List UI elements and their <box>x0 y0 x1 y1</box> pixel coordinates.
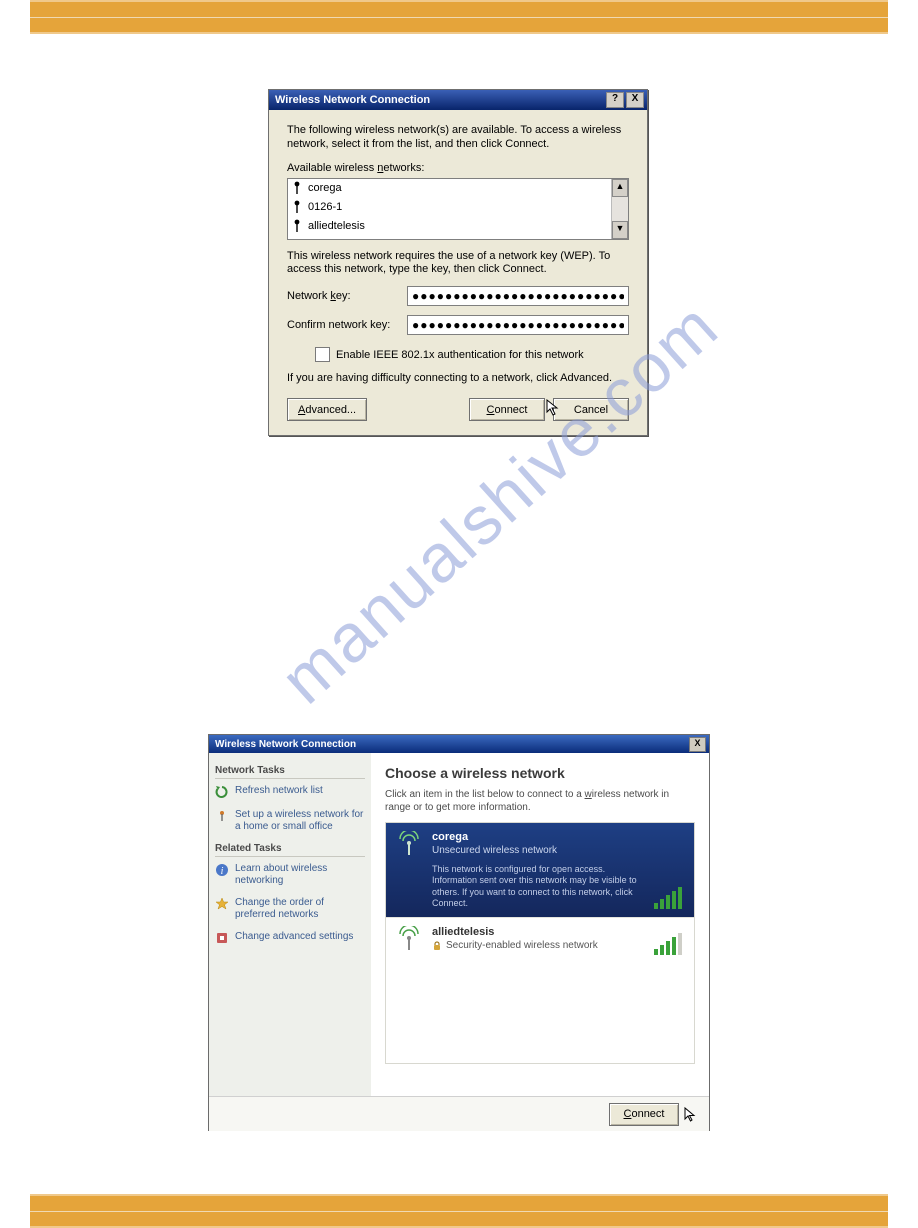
network-list-item[interactable]: 0126-1 <box>288 198 628 217</box>
antenna-icon <box>292 200 302 214</box>
scroll-track[interactable] <box>612 197 628 221</box>
antenna-icon <box>292 181 302 195</box>
network-name: 0126-1 <box>308 201 342 213</box>
scroll-down-button[interactable]: ▼ <box>612 221 628 239</box>
lock-icon <box>432 941 442 951</box>
refresh-icon <box>215 785 229 799</box>
antenna-setup-icon <box>215 809 229 823</box>
related-tasks-heading: Related Tasks <box>215 843 365 857</box>
available-networks-list[interactable]: corega 0126-1 alliedtelesis ▲ ▼ <box>287 178 629 240</box>
network-tasks-heading: Network Tasks <box>215 765 365 779</box>
network-card[interactable]: alliedtelesis Security-enabled wireless … <box>386 917 694 963</box>
change-order-link[interactable]: Change the order of preferred networks <box>215 897 365 921</box>
page-footer-bar <box>30 1194 888 1228</box>
help-button[interactable]: ? <box>606 92 624 108</box>
dialog2-titlebar: Wireless Network Connection X <box>209 735 709 753</box>
network-card-selected[interactable]: corega Unsecured wireless network This n… <box>386 823 694 917</box>
task-label: Learn about wireless networking <box>235 863 365 887</box>
cancel-button[interactable]: Cancel <box>553 398 629 421</box>
signal-bars-icon <box>654 926 684 955</box>
info-icon: i <box>215 863 229 877</box>
network-name: corega <box>308 182 342 194</box>
antenna-icon <box>292 219 302 233</box>
refresh-network-list-link[interactable]: Refresh network list <box>215 785 365 799</box>
enable-8021x-checkbox[interactable] <box>315 347 330 362</box>
star-icon <box>215 897 229 911</box>
dialog2-title: Wireless Network Connection <box>215 739 689 750</box>
setup-wireless-link[interactable]: Set up a wireless network for a home or … <box>215 809 365 833</box>
connect-button[interactable]: Connect <box>609 1103 679 1126</box>
dialog1-instruction: The following wireless network(s) are av… <box>287 124 629 152</box>
network-key-input[interactable] <box>407 286 629 306</box>
advanced-button[interactable]: Advanced... <box>287 398 367 421</box>
tasks-sidebar: Network Tasks Refresh network list Set u… <box>209 753 371 1096</box>
wireless-connect-dialog: Wireless Network Connection ? X The foll… <box>268 89 648 436</box>
scroll-up-button[interactable]: ▲ <box>612 179 628 197</box>
task-label: Change advanced settings <box>235 931 353 943</box>
choose-network-instruction: Click an item in the list below to conne… <box>385 789 695 814</box>
change-advanced-link[interactable]: Change advanced settings <box>215 931 365 945</box>
learn-wireless-link[interactable]: i Learn about wireless networking <box>215 863 365 887</box>
cursor-icon <box>683 1106 699 1122</box>
close-button[interactable]: X <box>626 92 644 108</box>
dialog1-titlebar: Wireless Network Connection ? X <box>269 90 647 110</box>
list-scrollbar[interactable]: ▲ ▼ <box>611 179 628 239</box>
network-security-label: Security-enabled wireless network <box>446 940 598 951</box>
confirm-key-label: Confirm network key: <box>287 319 407 331</box>
close-button[interactable]: X <box>689 737 706 752</box>
task-label: Set up a wireless network for a home or … <box>235 809 365 833</box>
network-detail-text: This network is configured for open acce… <box>432 864 644 909</box>
network-name: alliedtelesis <box>308 220 365 232</box>
svg-text:i: i <box>221 866 224 877</box>
network-key-info: This wireless network requires the use o… <box>287 250 629 278</box>
available-networks-label: Available wireless networks: <box>287 162 629 174</box>
cursor-icon <box>545 398 563 416</box>
network-ssid: alliedtelesis <box>432 926 644 938</box>
dialog1-title: Wireless Network Connection <box>275 94 604 106</box>
dialog2-footer: Connect <box>209 1096 709 1131</box>
signal-bars-icon <box>654 831 684 909</box>
confirm-key-input[interactable] <box>407 315 629 335</box>
choose-network-heading: Choose a wireless network <box>385 765 695 781</box>
choose-network-main: Choose a wireless network Click an item … <box>371 753 709 1096</box>
page-header-bar <box>30 0 888 34</box>
network-cards-list: corega Unsecured wireless network This n… <box>385 822 695 1064</box>
enable-8021x-label: Enable IEEE 802.1x authentication for th… <box>336 349 584 361</box>
network-list-item[interactable]: corega <box>288 179 628 198</box>
settings-icon <box>215 931 229 945</box>
advanced-info-text: If you are having difficulty connecting … <box>287 372 629 384</box>
network-security-label: Unsecured wireless network <box>432 845 644 856</box>
network-key-label: Network key: <box>287 290 407 302</box>
connect-button[interactable]: Connect <box>469 398 545 421</box>
network-ssid: corega <box>432 831 644 843</box>
task-label: Refresh network list <box>235 785 323 797</box>
network-list-item[interactable]: alliedtelesis <box>288 217 628 236</box>
signal-antenna-icon <box>396 926 422 955</box>
choose-network-window: Wireless Network Connection X Network Ta… <box>208 734 710 1131</box>
task-label: Change the order of preferred networks <box>235 897 365 921</box>
signal-antenna-icon <box>396 831 422 909</box>
